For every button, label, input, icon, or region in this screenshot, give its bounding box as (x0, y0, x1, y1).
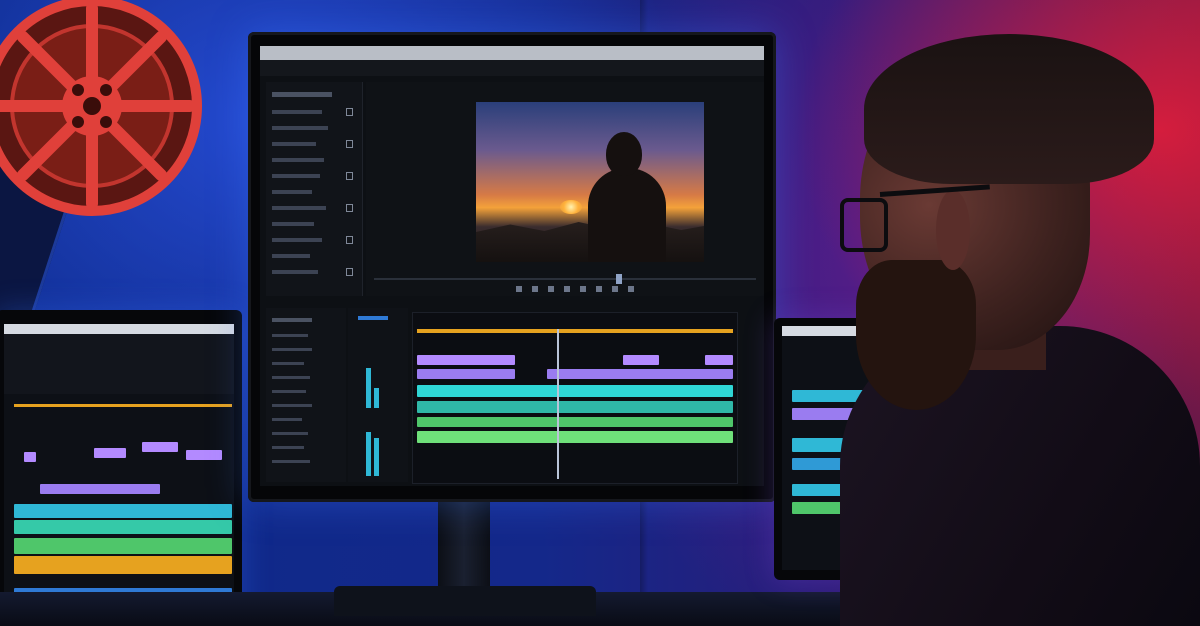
tool-row (272, 362, 304, 365)
left-monitor-topbar (4, 324, 234, 334)
file-row (272, 206, 326, 210)
playhead-marker[interactable] (616, 274, 622, 284)
left-monitor (0, 310, 242, 626)
file-row (272, 254, 310, 258)
left-clip (142, 442, 178, 452)
panel-tab (358, 316, 388, 320)
main-monitor-screen (260, 46, 764, 486)
left-monitor-screen (4, 324, 234, 624)
left-clip (14, 520, 232, 534)
video-clip[interactable] (705, 355, 733, 365)
file-icon (346, 268, 353, 276)
file-row (272, 92, 332, 97)
panel-header (272, 318, 312, 322)
video-clip[interactable] (623, 355, 659, 365)
tool-row (272, 348, 312, 351)
program-monitor-panel (366, 82, 764, 296)
silhouette-head (606, 132, 642, 176)
tool-row (272, 446, 304, 449)
main-monitor (248, 32, 776, 502)
play-button[interactable] (564, 286, 570, 292)
silhouette-body (588, 168, 666, 262)
file-icon (346, 204, 353, 212)
audio-clip[interactable] (417, 417, 733, 427)
left-monitor-ruler (14, 404, 232, 407)
glasses-icon (840, 198, 888, 252)
file-icon (346, 236, 353, 244)
transport-button[interactable] (532, 286, 538, 292)
video-preview-frame (476, 102, 704, 262)
file-row (272, 110, 322, 114)
file-icon (346, 140, 353, 148)
beard (856, 260, 976, 410)
editor-menubar (260, 60, 764, 76)
left-clip (40, 484, 160, 494)
tool-row (272, 418, 302, 421)
film-reel-icon (0, 0, 202, 216)
left-clip (14, 504, 232, 518)
video-editor-person (840, 30, 1200, 626)
audio-meter (374, 438, 379, 476)
left-clip (94, 448, 126, 458)
tool-row (272, 460, 310, 463)
transport-button[interactable] (548, 286, 554, 292)
monitor-stand-base (334, 586, 596, 616)
audio-meter (366, 368, 371, 408)
video-clip[interactable] (547, 369, 733, 379)
file-row (272, 158, 324, 162)
file-row (272, 174, 320, 178)
file-row (272, 190, 312, 194)
sunset-sun (560, 200, 582, 214)
main-monitor-topbar (260, 46, 764, 60)
left-clip (186, 450, 222, 460)
audio-clip[interactable] (417, 431, 733, 443)
timeline-ruler[interactable] (417, 329, 733, 333)
audio-meters-panel (348, 308, 408, 482)
file-row (272, 270, 318, 274)
tool-row (272, 404, 312, 407)
file-row (272, 222, 314, 226)
tools-panel (266, 308, 346, 482)
tool-row (272, 390, 306, 393)
audio-meter (366, 432, 371, 476)
tool-row (272, 334, 308, 337)
left-clip (24, 452, 36, 462)
timeline-playhead[interactable] (557, 329, 559, 479)
video-clip[interactable] (417, 355, 515, 365)
ear (936, 190, 970, 270)
video-clip[interactable] (417, 401, 733, 413)
transport-button[interactable] (596, 286, 602, 292)
left-monitor-header (4, 334, 234, 394)
video-clip[interactable] (417, 385, 733, 397)
transport-button[interactable] (580, 286, 586, 292)
hair (864, 34, 1154, 184)
left-clip (14, 538, 232, 554)
file-row (272, 238, 322, 242)
file-row (272, 126, 328, 130)
project-panel (266, 82, 363, 296)
transport-button[interactable] (516, 286, 522, 292)
transport-button[interactable] (628, 286, 634, 292)
tool-row (272, 432, 308, 435)
file-icon (346, 172, 353, 180)
left-clip (14, 556, 232, 574)
timeline-panel (412, 312, 738, 484)
scrub-bar[interactable] (374, 278, 756, 280)
scene (0, 0, 1200, 626)
transport-button[interactable] (612, 286, 618, 292)
video-clip[interactable] (417, 369, 515, 379)
audio-meter (374, 388, 379, 408)
monitor-stand-neck (438, 500, 490, 590)
tool-row (272, 376, 310, 379)
file-icon (346, 108, 353, 116)
file-row (272, 142, 316, 146)
